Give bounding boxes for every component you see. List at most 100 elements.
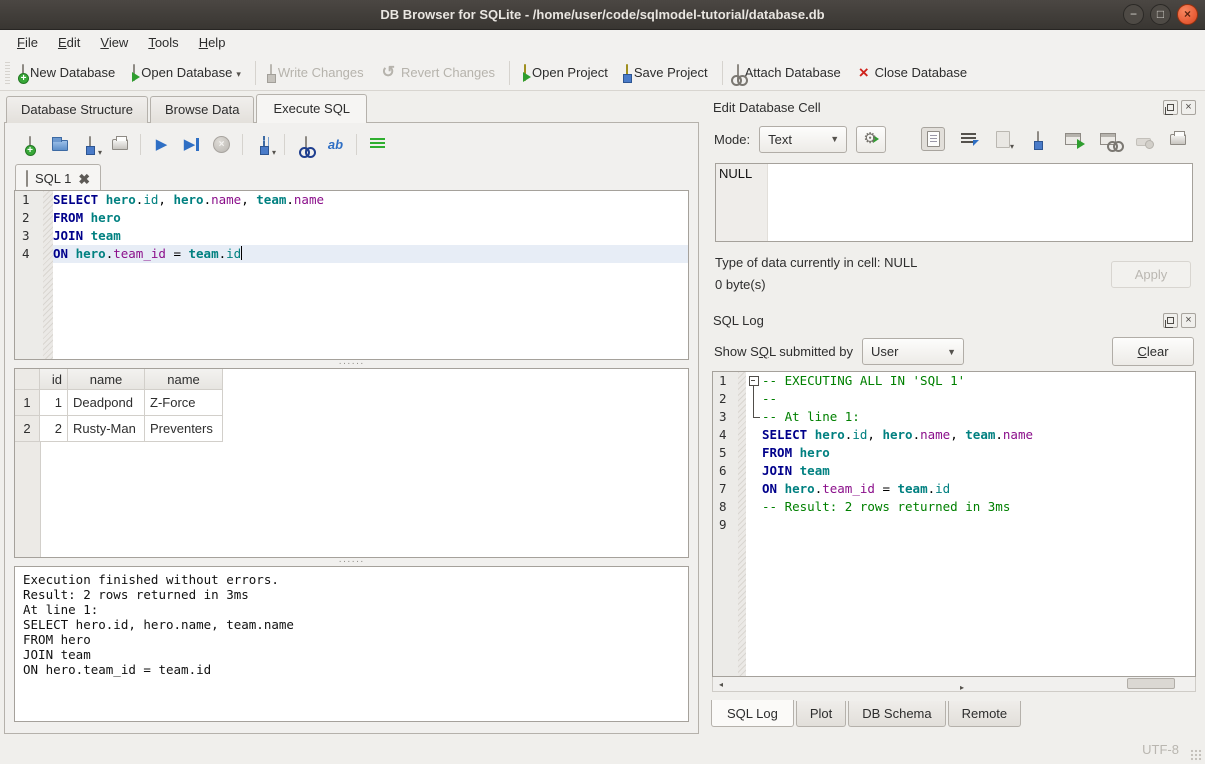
editor-line-4: 4ON hero.team_id = team.id bbox=[15, 245, 688, 263]
save-project-icon bbox=[626, 65, 628, 80]
tab-db-schema[interactable]: DB Schema bbox=[848, 701, 945, 727]
editor-results-splitter[interactable]: ······ bbox=[14, 360, 689, 368]
auto-apply-button[interactable]: ⚙ bbox=[856, 126, 886, 153]
open-sql-file-button[interactable] bbox=[46, 132, 73, 157]
text-mode-button[interactable] bbox=[921, 127, 945, 151]
word-wrap-button[interactable] bbox=[956, 127, 980, 151]
stop-execution-button[interactable]: × bbox=[208, 132, 235, 157]
new-database-button[interactable]: + New Database bbox=[13, 61, 124, 84]
chevron-down-icon: ▼ bbox=[823, 134, 846, 144]
play-icon: ▶ bbox=[156, 137, 168, 152]
column-header-name2[interactable]: name bbox=[145, 369, 223, 390]
edit-cell-close-button[interactable]: × bbox=[1181, 100, 1196, 115]
line-number: 4 bbox=[713, 426, 738, 444]
set-null-button[interactable] bbox=[1131, 127, 1155, 151]
write-changes-button[interactable]: Write Changes bbox=[261, 61, 373, 84]
log-filter-label: Show SQL submitted by bbox=[714, 344, 853, 359]
sql-log-view[interactable]: 1-- EXECUTING ALL IN 'SQL 1'2--3-- At li… bbox=[712, 371, 1196, 677]
open-project-button[interactable]: Open Project bbox=[515, 61, 617, 84]
sql1-tab-close-icon[interactable]: ✖ bbox=[78, 173, 90, 185]
text-cursor bbox=[241, 246, 242, 260]
column-header-id[interactable]: id bbox=[40, 369, 68, 390]
open-database-menu-caret[interactable]: ▾ bbox=[236, 69, 241, 80]
table-cell[interactable]: 1 bbox=[40, 390, 68, 416]
clear-log-button[interactable]: Clear bbox=[1112, 337, 1194, 366]
menu-file[interactable]: File bbox=[7, 32, 48, 53]
line-number: 1 bbox=[713, 372, 738, 390]
menu-help[interactable]: Help bbox=[189, 32, 236, 53]
export-cell-button[interactable] bbox=[1026, 127, 1050, 151]
tab-database-structure[interactable]: Database Structure bbox=[6, 96, 148, 123]
fold-marker-icon[interactable] bbox=[746, 372, 762, 390]
toolbar-grip[interactable] bbox=[5, 62, 10, 84]
open-database-button[interactable]: Open Database ▾ bbox=[124, 61, 250, 84]
row-header[interactable]: 2 bbox=[15, 416, 40, 442]
table-cell[interactable]: Preventers bbox=[145, 416, 223, 442]
save-project-button[interactable]: Save Project bbox=[617, 61, 717, 84]
menu-view[interactable]: View bbox=[90, 32, 138, 53]
code-text: -- EXECUTING ALL IN 'SQL 1' bbox=[762, 372, 1195, 390]
new-sql-tab-button[interactable]: + bbox=[16, 132, 43, 157]
sql-editor[interactable]: 1SELECT hero.id, hero.name, team.name2FR… bbox=[14, 190, 689, 360]
row-header[interactable]: 1 bbox=[15, 390, 40, 416]
edit-cell-float-button[interactable] bbox=[1163, 100, 1178, 115]
log-filter-select[interactable]: User ▼ bbox=[862, 338, 964, 365]
line-number: 8 bbox=[713, 498, 738, 516]
find-button[interactable] bbox=[292, 132, 319, 157]
fold-guide bbox=[746, 480, 762, 498]
code-text: -- bbox=[762, 390, 1195, 408]
table-cell[interactable]: Rusty-Man bbox=[68, 416, 145, 442]
results-header-row: id name name bbox=[15, 369, 688, 390]
find-replace-button[interactable]: ab bbox=[322, 132, 349, 157]
tab-plot[interactable]: Plot bbox=[796, 701, 846, 727]
resize-grip[interactable] bbox=[1190, 749, 1203, 762]
close-database-button[interactable]: × Close Database bbox=[850, 60, 976, 85]
scrollbar-thumb[interactable] bbox=[1127, 678, 1175, 689]
print-cell-button[interactable] bbox=[1166, 127, 1190, 151]
restore-icon bbox=[1167, 317, 1174, 324]
mode-select[interactable]: Text ▼ bbox=[759, 126, 847, 153]
write-changes-icon bbox=[270, 65, 272, 80]
column-header-name1[interactable]: name bbox=[68, 369, 145, 390]
print-sql-button[interactable] bbox=[106, 132, 133, 157]
execute-all-button[interactable]: ▶ bbox=[148, 132, 175, 157]
results-message-splitter[interactable]: ······ bbox=[14, 558, 689, 566]
close-button[interactable]: × bbox=[1177, 4, 1198, 25]
save-sql-file-button[interactable]: ▾ bbox=[76, 132, 103, 157]
table-cell[interactable]: Z-Force bbox=[145, 390, 223, 416]
edit-cell-panel-title: Edit Database Cell × bbox=[713, 97, 1196, 117]
sql-log-float-button[interactable] bbox=[1163, 313, 1178, 328]
play-to-line-icon: ▶ bbox=[184, 137, 196, 152]
line-number: 1 bbox=[15, 191, 43, 209]
apply-button[interactable]: Apply bbox=[1111, 261, 1191, 288]
minimize-button[interactable]: − bbox=[1123, 4, 1144, 25]
tab-execute-sql[interactable]: Execute SQL bbox=[256, 94, 367, 123]
tab-browse-data[interactable]: Browse Data bbox=[150, 96, 254, 123]
execute-current-line-button[interactable]: ▶ bbox=[178, 132, 205, 157]
attach-database-button[interactable]: Attach Database bbox=[728, 61, 850, 84]
log-horizontal-scrollbar[interactable]: ◂ ▸ bbox=[712, 677, 1196, 692]
copy-link-button[interactable] bbox=[1096, 127, 1120, 151]
cell-value-editor[interactable]: NULL bbox=[715, 163, 1193, 242]
open-external-button[interactable] bbox=[1061, 127, 1085, 151]
sql-log-close-button[interactable]: × bbox=[1181, 313, 1196, 328]
import-cell-button[interactable]: ▾ bbox=[991, 127, 1015, 151]
table-cell[interactable]: Deadpond bbox=[68, 390, 145, 416]
tab-remote[interactable]: Remote bbox=[948, 701, 1022, 727]
scroll-left-icon[interactable]: ◂ bbox=[713, 678, 729, 691]
fold-guide bbox=[746, 498, 762, 516]
save-results-button[interactable]: ▾ bbox=[250, 132, 277, 157]
revert-changes-button[interactable]: ↺ Revert Changes bbox=[373, 61, 504, 85]
bottom-tab-bar: SQL Log Plot DB Schema Remote bbox=[711, 701, 1198, 727]
cell-value-text: NULL bbox=[716, 164, 768, 241]
tab-sql-log[interactable]: SQL Log bbox=[711, 700, 794, 727]
menu-tools[interactable]: Tools bbox=[138, 32, 188, 53]
replace-icon: ab bbox=[328, 137, 343, 152]
format-sql-button[interactable] bbox=[364, 132, 391, 157]
maximize-button[interactable]: □ bbox=[1150, 4, 1171, 25]
table-cell[interactable]: 2 bbox=[40, 416, 68, 442]
sql1-tab[interactable]: SQL 1 ✖ bbox=[15, 164, 101, 191]
fold-guide bbox=[746, 408, 762, 426]
menu-edit[interactable]: Edit bbox=[48, 32, 90, 53]
scroll-right-icon[interactable]: ▸ bbox=[729, 678, 1195, 691]
